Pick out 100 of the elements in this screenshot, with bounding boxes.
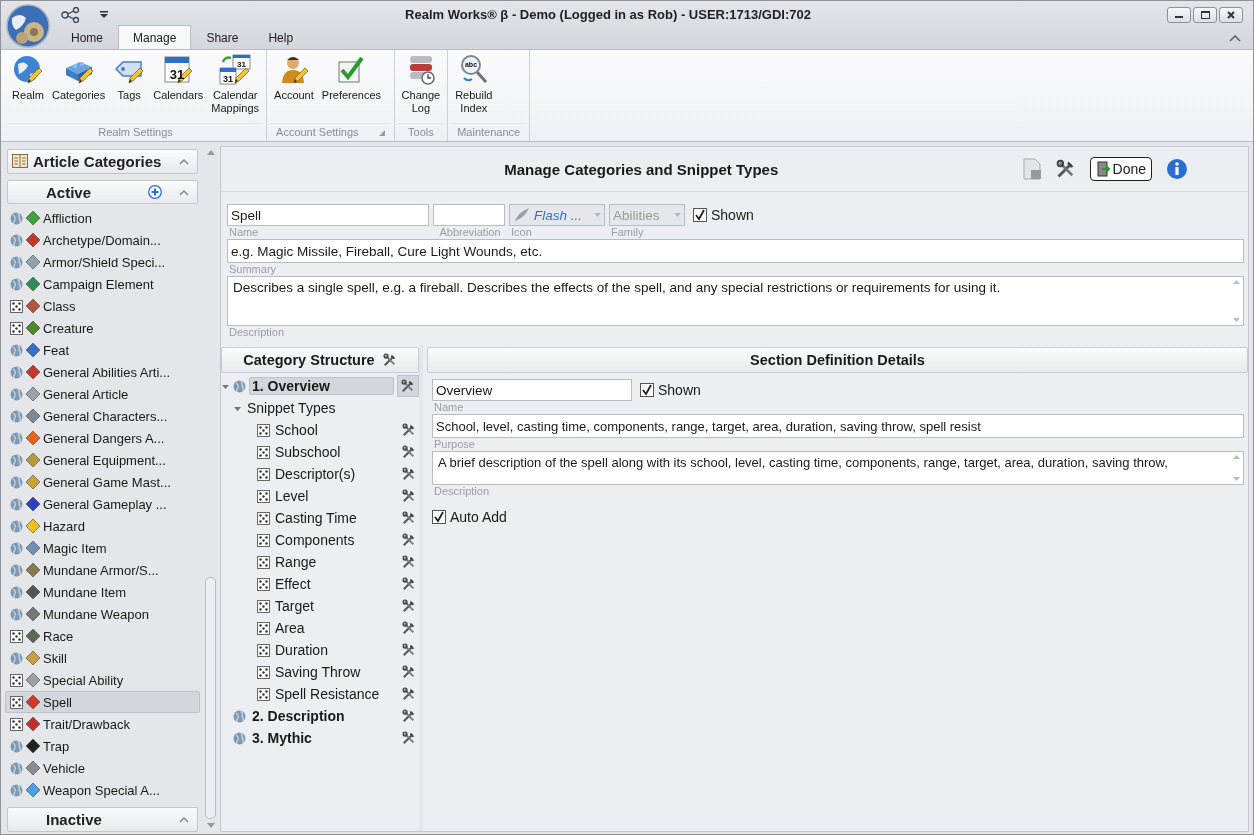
- snippet-item[interactable]: Level: [275, 488, 396, 504]
- category-item[interactable]: Weapon Special A...: [5, 779, 200, 802]
- snippet-item[interactable]: Spell Resistance: [275, 686, 396, 702]
- scrollbar-thumb[interactable]: [205, 577, 216, 819]
- snippet-item[interactable]: Components: [275, 532, 396, 548]
- emblem-icon: [25, 716, 41, 733]
- page-title: Manage Categories and Snippet Types: [503, 160, 780, 178]
- maximize-icon: [1200, 10, 1210, 19]
- category-item[interactable]: Armor/Shield Speci...: [5, 251, 200, 274]
- panel-title: Section Definition Details: [750, 352, 925, 368]
- auto-add-checkbox[interactable]: Auto Add: [432, 506, 507, 528]
- category-item[interactable]: Creature: [5, 317, 200, 340]
- snippet-item[interactable]: Descriptor(s): [275, 466, 396, 482]
- snippet-item[interactable]: Range: [275, 554, 396, 570]
- scroll-down-icon: [1233, 477, 1240, 481]
- ribbon-button[interactable]: Tags: [109, 54, 150, 123]
- ribbon-tab[interactable]: Home: [56, 27, 118, 49]
- shown-checkbox[interactable]: Shown: [693, 204, 754, 226]
- scroll-down-icon: [206, 823, 215, 828]
- globe-icon: [233, 731, 246, 745]
- description-field[interactable]: Describes a single spell, e.g. a fireball. Describes the effects of the spell, and any special restrictions or requirements for using it.: [227, 276, 1244, 326]
- tools-icon: [402, 709, 416, 723]
- category-item[interactable]: General Characters...: [5, 405, 200, 428]
- group-item[interactable]: Snippet Types: [247, 400, 336, 416]
- category-item[interactable]: General Dangers A...: [5, 427, 200, 450]
- summary-field[interactable]: e.g. Magic Missile, Fireball, Cure Light Wounds, etc.: [227, 239, 1244, 263]
- ribbon-button[interactable]: Account: [270, 54, 318, 123]
- dice-icon: [257, 511, 270, 525]
- close-button[interactable]: [1219, 6, 1243, 23]
- category-item[interactable]: Mundane Armor/S...: [5, 559, 200, 582]
- snippet-item[interactable]: Subschool: [275, 444, 396, 460]
- category-item[interactable]: Archetype/Domain...: [5, 229, 200, 252]
- category-item[interactable]: General Article: [5, 383, 200, 406]
- emblem-icon: [25, 650, 41, 667]
- category-item[interactable]: Spell: [5, 691, 200, 714]
- scroll-up-icon: [206, 150, 215, 155]
- section-item[interactable]: 1. Overview: [249, 377, 394, 395]
- group-label: Account Settings: [276, 125, 359, 140]
- scroll-up-icon: [1233, 280, 1240, 284]
- category-item[interactable]: Trap: [5, 735, 200, 758]
- category-item[interactable]: General Abilities Arti...: [5, 361, 200, 384]
- category-item[interactable]: Magic Item: [5, 537, 200, 560]
- category-item[interactable]: Mundane Item: [5, 581, 200, 604]
- ribbon-button[interactable]: 31 31 Calendar Mappings: [207, 54, 264, 123]
- ribbon-tab[interactable]: Help: [253, 27, 309, 49]
- text-field[interactable]: Spell: [227, 204, 429, 226]
- ribbon-button[interactable]: Change Log: [397, 54, 445, 123]
- description-field[interactable]: A brief description of the spell along with its school, level, casting time, components, range, target, area, duration, saving throw,: [432, 451, 1244, 485]
- maximize-button[interactable]: [1193, 6, 1217, 23]
- snippet-item[interactable]: Effect: [275, 576, 396, 592]
- ribbon-button[interactable]: Categories: [48, 54, 110, 123]
- ribbon-button[interactable]: 31 Calendars: [149, 54, 208, 123]
- category-item[interactable]: General Equipment...: [5, 449, 200, 472]
- snippet-item[interactable]: School: [275, 422, 396, 438]
- ribbon-tab[interactable]: Manage: [118, 25, 192, 49]
- category-item[interactable]: Special Ability: [5, 669, 200, 692]
- snippet-item[interactable]: Area: [275, 620, 396, 636]
- category-item[interactable]: Vehicle: [5, 757, 200, 780]
- section-header[interactable]: Inactive: [7, 807, 198, 832]
- category-item[interactable]: General Gameplay ...: [5, 493, 200, 516]
- done-button[interactable]: Done: [1089, 157, 1152, 181]
- dice-icon: [257, 489, 270, 503]
- ribbon-tab[interactable]: Share: [191, 27, 254, 49]
- category-item[interactable]: Hazard: [5, 515, 200, 538]
- category-item[interactable]: Campaign Element: [5, 273, 200, 296]
- tools-icon: [402, 599, 416, 613]
- dice-icon: [257, 445, 270, 459]
- category-item[interactable]: Feat: [5, 339, 200, 362]
- shown-checkbox[interactable]: Shown: [640, 379, 701, 401]
- category-item[interactable]: Skill: [5, 647, 200, 670]
- panel-title: Category Structure: [243, 352, 375, 368]
- section-item[interactable]: 2. Description: [249, 707, 348, 725]
- purpose-field[interactable]: School, level, casting time, components, range, target, area, duration, saving throw, spell resist: [432, 414, 1244, 438]
- snippet-item[interactable]: Target: [275, 598, 396, 614]
- minimize-button[interactable]: [1167, 6, 1191, 23]
- collapse-ribbon-icon: [1229, 34, 1241, 42]
- text-field[interactable]: [433, 204, 505, 226]
- category-item[interactable]: Trait/Drawback: [5, 713, 200, 736]
- window-title: Realm Works® β - Demo (Logged in as Rob) - USER:1713/GDI:702: [404, 7, 812, 22]
- snippet-item[interactable]: Saving Throw: [275, 664, 396, 680]
- section-item[interactable]: 3. Mythic: [249, 729, 315, 747]
- globe-icon: [10, 387, 23, 401]
- globe-icon: [10, 519, 23, 533]
- emblem-icon: [25, 562, 41, 579]
- category-item[interactable]: General Game Mast...: [5, 471, 200, 494]
- group-label: Maintenance: [457, 125, 521, 140]
- category-item[interactable]: Mundane Weapon: [5, 603, 200, 626]
- category-item[interactable]: Race: [5, 625, 200, 648]
- category-item[interactable]: Class: [5, 295, 200, 318]
- ribbon-button[interactable]: Realm: [8, 54, 48, 123]
- text-field[interactable]: Overview: [432, 379, 632, 401]
- snippet-item[interactable]: Casting Time: [275, 510, 396, 526]
- tools-icon: [402, 731, 416, 745]
- snippet-item[interactable]: Duration: [275, 642, 396, 658]
- section-header[interactable]: Active: [7, 179, 198, 205]
- ribbon-button[interactable]: Preferences: [317, 54, 386, 123]
- globe-icon: [10, 475, 23, 489]
- emblem-icon: [25, 540, 41, 557]
- book-icon: [12, 154, 28, 169]
- category-item[interactable]: Affliction: [5, 207, 200, 230]
